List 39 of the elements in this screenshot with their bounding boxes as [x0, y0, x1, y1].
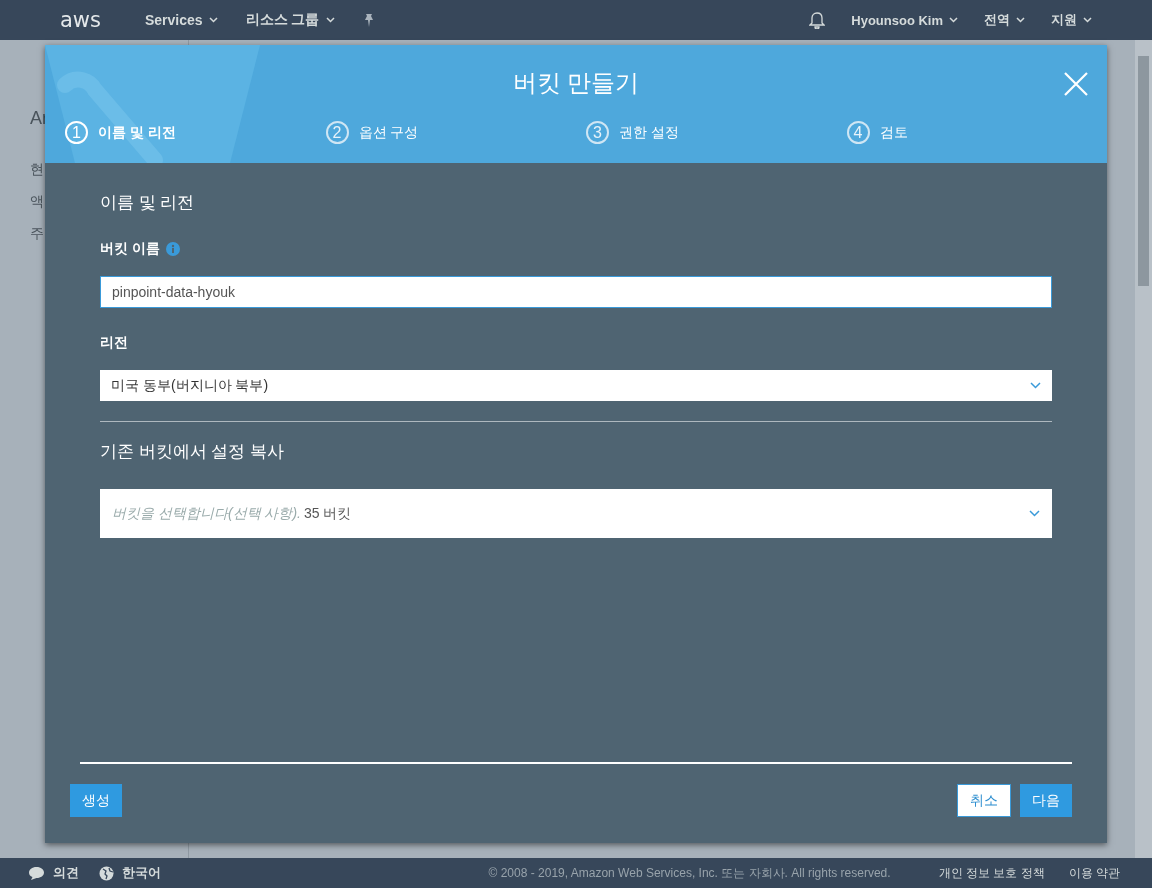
- bucket-select-dropdown[interactable]: 버킷을 선택합니다(선택 사항). 35 버킷: [100, 489, 1052, 538]
- bell-icon[interactable]: [809, 11, 826, 29]
- caret-icon: [208, 17, 218, 23]
- section-heading: 기존 버킷에서 설정 복사: [100, 441, 286, 463]
- nav-menu[interactable]: 리소스 그룹: [245, 11, 335, 29]
- field-label: 리전: [100, 334, 128, 352]
- caret-icon: [325, 17, 335, 23]
- caret-icon: [949, 17, 958, 23]
- field-label: 버킷 이름: [100, 240, 160, 258]
- bucket-name-field[interactable]: pinpoint-data-hyouk: [100, 276, 1052, 308]
- info-icon[interactable]: [165, 242, 180, 256]
- close-button[interactable]: [1063, 71, 1089, 97]
- chevron-down-icon: [1029, 510, 1040, 517]
- page-title: Ar: [30, 108, 48, 129]
- cancel-button[interactable]: 취소: [957, 784, 1011, 817]
- region-menu[interactable]: 전역: [984, 11, 1025, 29]
- caret-icon: [1016, 17, 1025, 23]
- section-heading: 이름 및 리전: [100, 192, 196, 214]
- feedback-link[interactable]: 의견: [28, 864, 79, 882]
- language-link[interactable]: 한국어: [99, 864, 161, 882]
- copyright-text: © 2008 - 2019, Amazon Web Services, Inc. 또는 자회사. All rights reserved.: [488, 864, 891, 882]
- region-dropdown[interactable]: 미국 동부(버지니아 북부): [100, 370, 1052, 401]
- pin-icon[interactable]: [362, 13, 375, 27]
- chevron-down-icon: [1030, 382, 1041, 389]
- support-menu[interactable]: 지원: [1051, 11, 1092, 29]
- nav-menu[interactable]: Services: [145, 12, 218, 28]
- dialog-title: 버킷 만들기: [512, 68, 640, 98]
- footer-link[interactable]: 이용 약관: [1068, 864, 1120, 882]
- footer-link[interactable]: 개인 정보 보호 정책: [938, 864, 1045, 882]
- scrollbar[interactable]: [1135, 40, 1152, 858]
- caret-icon: [1083, 17, 1092, 23]
- user-menu[interactable]: Hyounsoo Kim: [851, 12, 958, 28]
- speech-bubble-icon: [28, 866, 45, 880]
- sidebar-text: 액: [30, 193, 44, 211]
- aws-logo[interactable]: aws: [60, 8, 101, 32]
- sidebar-text: 주: [30, 225, 44, 243]
- globe-icon: [99, 865, 114, 881]
- close-icon: [1063, 71, 1089, 97]
- sidebar-text: 현: [30, 161, 44, 179]
